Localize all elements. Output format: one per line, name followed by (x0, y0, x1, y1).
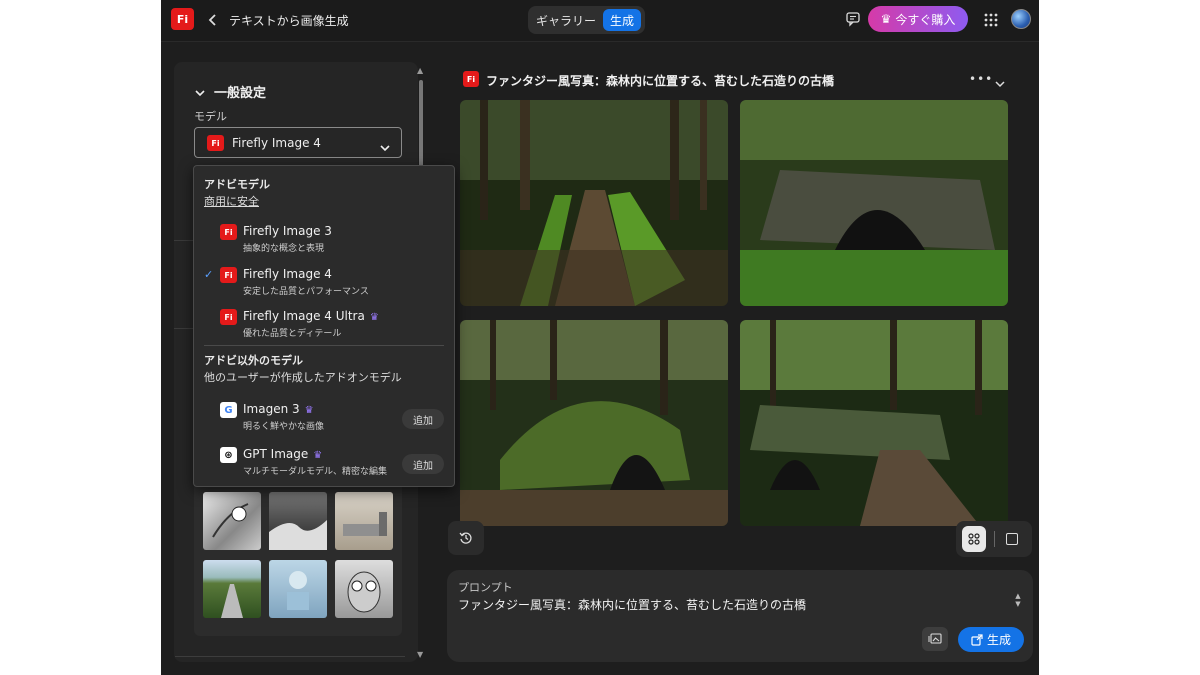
add-gpt-image-button[interactable]: 追加 (402, 454, 444, 474)
top-bar: Fi テキストから画像生成 ギャラリー 生成 ♛ 今すぐ購入 (161, 0, 1039, 42)
generated-image-3[interactable] (460, 320, 728, 526)
divider (204, 345, 444, 346)
menu-item-name: Firefly Image 4 (243, 267, 332, 281)
user-avatar[interactable] (1011, 9, 1031, 29)
checkmark-icon: ✓ (204, 268, 214, 281)
openai-icon: ⊛ (220, 447, 237, 463)
tab-generate[interactable]: 生成 (603, 9, 641, 31)
menu-item-desc: 抽象的な概念と表現 (243, 244, 325, 254)
prompt-box: プロンプト ファンタジー風写真：森林内に位置する、苔むした石造りの古橋 ▲ ▼ 生… (447, 570, 1033, 662)
app-window: Fi テキストから画像生成 ギャラリー 生成 ♛ 今すぐ購入 一般設定 モデル (161, 0, 1039, 675)
menu-item-desc: 優れた品質とディテール (243, 329, 342, 339)
google-icon: G (220, 402, 237, 418)
style-thumb-owl[interactable] (335, 560, 393, 618)
generated-image-1[interactable] (460, 100, 728, 306)
prompt-input[interactable]: ファンタジー風写真：森林内に位置する、苔むした石造りの古橋 (458, 596, 806, 613)
crown-icon: ♛ (304, 405, 314, 416)
group-subtitle-partner: 他のユーザーが作成したアドオンモデル (204, 371, 402, 384)
style-thumb-room[interactable] (335, 492, 393, 550)
crown-icon: ♛ (313, 450, 323, 461)
mode-switch: ギャラリー 生成 (528, 6, 645, 34)
model-label: モデル (194, 110, 227, 123)
style-thumbnails (194, 480, 402, 636)
image-reference-button[interactable] (922, 627, 948, 651)
group-title-partner: アドビ以外のモデル (204, 354, 303, 367)
prompt-label: プロンプト (458, 581, 513, 594)
firefly-logo: Fi (463, 71, 479, 87)
style-thumb-sketch-bird[interactable] (203, 492, 261, 550)
menu-item-desc: 明るく鮮やかな画像 (243, 422, 325, 432)
style-thumb-sphere[interactable] (269, 560, 327, 618)
history-icon (459, 532, 472, 544)
crown-icon: ♛ (880, 12, 892, 26)
chevron-down-icon[interactable] (994, 74, 1006, 88)
menu-item-name: GPT Image ♛ (243, 447, 323, 461)
page-title: テキストから画像生成 (229, 14, 349, 28)
menu-item-name: Firefly Image 4 Ultra ♛ (243, 309, 379, 323)
menu-item-imagen-3[interactable]: G Imagen 3 ♛ 明るく鮮やかな画像 追加 (194, 400, 454, 436)
menu-item-desc: 安定した品質とパフォーマンス (243, 287, 369, 297)
chevron-down-icon (379, 138, 391, 152)
divider (175, 656, 405, 657)
style-thumb-river[interactable] (269, 492, 327, 550)
divider (174, 240, 194, 241)
menu-item-gpt-image[interactable]: ⊛ GPT Image ♛ マルチモーダルモデル、精密な編集 追加 (194, 445, 454, 481)
crown-icon: ♛ (369, 312, 379, 323)
section-general-settings[interactable]: 一般設定 (214, 82, 266, 101)
generated-image-4[interactable] (740, 320, 1008, 526)
image-upload-icon (928, 633, 942, 644)
view-toggle (956, 521, 1032, 557)
model-dropdown-menu: アドビモデル 商用に安全 Fi Firefly Image 3 抽象的な概念と表… (193, 165, 455, 487)
firefly-model-icon: Fi (220, 267, 237, 283)
menu-item-name: Firefly Image 3 (243, 224, 332, 238)
generation-title: ファンタジー風写真：森林内に位置する、苔むした石造りの古橋 (486, 74, 835, 88)
menu-item-name: Imagen 3 ♛ (243, 402, 314, 416)
single-view-icon[interactable] (1006, 533, 1018, 545)
group-title-adobe: アドビモデル (204, 178, 270, 191)
generate-label: 生成 (986, 633, 1011, 647)
commercial-safe-link[interactable]: 商用に安全 (204, 193, 259, 209)
firefly-model-icon: Fi (220, 224, 237, 240)
tab-gallery[interactable]: ギャラリー (532, 9, 600, 31)
divider (994, 531, 995, 547)
generate-button[interactable]: 生成 (958, 627, 1024, 652)
menu-item-desc: マルチモーダルモデル、精密な編集 (243, 467, 388, 477)
menu-item-firefly-image-3[interactable]: Fi Firefly Image 3 抽象的な概念と表現 (194, 222, 454, 258)
history-button[interactable] (448, 521, 484, 555)
scroll-up-icon[interactable]: ▲ (417, 66, 423, 75)
buy-now-label: 今すぐ購入 (895, 12, 956, 27)
scroll-down-icon[interactable]: ▼ (417, 650, 423, 659)
menu-item-firefly-image-4[interactable]: ✓ Fi Firefly Image 4 安定した品質とパフォーマンス (194, 265, 454, 301)
grid-view-icon[interactable] (962, 526, 986, 552)
buy-now-button[interactable]: ♛ 今すぐ購入 (868, 6, 968, 32)
firefly-logo[interactable]: Fi (171, 8, 194, 30)
divider (174, 328, 194, 329)
feedback-icon[interactable] (845, 11, 861, 27)
generate-icon (971, 633, 983, 646)
add-imagen-3-button[interactable]: 追加 (402, 409, 444, 429)
firefly-model-icon: Fi (207, 135, 224, 151)
firefly-model-icon: Fi (220, 309, 237, 325)
model-select-value: Firefly Image 4 (232, 136, 321, 150)
style-thumb-road[interactable] (203, 560, 261, 618)
menu-item-firefly-image-4-ultra[interactable]: Fi Firefly Image 4 Ultra ♛ 優れた品質とディテール (194, 307, 454, 343)
chevron-down-icon[interactable] (194, 84, 206, 97)
model-select[interactable]: Fi Firefly Image 4 (194, 127, 402, 158)
chevron-left-icon[interactable] (207, 11, 221, 29)
more-horizontal-icon[interactable]: ••• (969, 72, 993, 86)
apps-grid-icon[interactable] (984, 12, 998, 27)
prompt-scroll-icon[interactable]: ▲ ▼ (1013, 592, 1023, 610)
generated-image-2[interactable] (740, 100, 1008, 306)
